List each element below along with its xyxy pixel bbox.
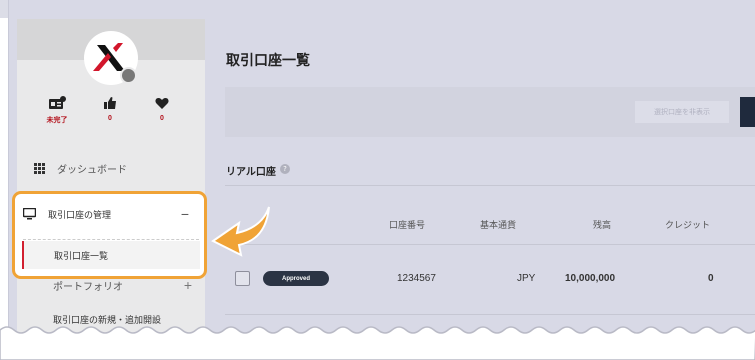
column-header-credit[interactable]: クレジット [665, 218, 710, 231]
sidebar-item-account-management[interactable]: 取引口座の管理 − [23, 204, 193, 224]
highlighted-menu-group: 取引口座の管理 − 取引口座一覧 [12, 191, 207, 279]
hide-selected-accounts-button[interactable]: 選択口座を非表示 [635, 101, 729, 123]
section-divider [225, 185, 755, 186]
column-header-balance[interactable]: 残高 [593, 218, 611, 231]
stat-profile-value: 未完了 [46, 117, 68, 124]
menu-divider [23, 239, 199, 240]
collapse-minus-icon[interactable]: − [181, 206, 189, 222]
sidebar: 未完了 0 0 ダッシュボード ポートフォリオ + 取引口座の新規・追加開設 [17, 19, 205, 360]
heart-icon [155, 98, 169, 109]
cell-account-number: 1234567 [397, 273, 436, 284]
sidebar-item-label: 取引口座の管理 [48, 209, 112, 220]
sidebar-item-label: ダッシュボード [57, 164, 127, 176]
page-title: 取引口座一覧 [226, 53, 310, 69]
cell-credit: 0 [708, 273, 714, 284]
camera-icon[interactable] [120, 67, 137, 84]
stat-likes[interactable]: 0 [90, 95, 130, 122]
stat-favorites-value: 0 [160, 115, 164, 122]
expand-plus-icon[interactable]: + [184, 277, 192, 293]
sidebar-item-label: ポートフォリオ [53, 281, 123, 293]
torn-edge-decoration [0, 326, 755, 360]
thumbs-up-icon [104, 97, 116, 109]
cell-balance: 10,000,000 [565, 273, 616, 284]
status-badge: Approved [263, 271, 329, 286]
section-title: リアル口座 [226, 167, 276, 178]
grid-icon [34, 162, 45, 174]
sidebar-item-label: 取引口座一覧 [54, 250, 109, 261]
column-header-account-number[interactable]: 口座番号 [389, 218, 425, 231]
column-header-currency[interactable]: 基本通貨 [480, 218, 516, 231]
sidebar-item-dashboard[interactable]: ダッシュボード [17, 157, 205, 179]
stat-likes-value: 0 [108, 115, 112, 122]
row-select-checkbox[interactable] [235, 271, 250, 286]
help-icon[interactable]: ? [280, 164, 290, 174]
table-header: 口座番号 基本通貨 残高 クレジット [225, 212, 755, 244]
id-card-icon [49, 96, 66, 109]
monitor-icon [23, 208, 36, 220]
sidebar-subitem-account-list[interactable]: 取引口座一覧 [22, 241, 200, 269]
primary-action-button[interactable] [740, 97, 755, 127]
cell-currency: JPY [517, 273, 536, 284]
stat-favorites[interactable]: 0 [142, 95, 182, 122]
table-row[interactable]: Approved 1234567 JPY 10,000,000 0 [225, 245, 755, 315]
main-content: 取引口座一覧 選択口座を非表示 リアル口座 ? 口座番号 基本通貨 残高 クレジ… [212, 19, 755, 360]
stat-profile[interactable]: 未完了 [37, 95, 77, 125]
table-row-divider [225, 314, 755, 315]
pointer-arrow-icon [211, 206, 270, 257]
toolbar: 選択口座を非表示 [225, 87, 755, 137]
